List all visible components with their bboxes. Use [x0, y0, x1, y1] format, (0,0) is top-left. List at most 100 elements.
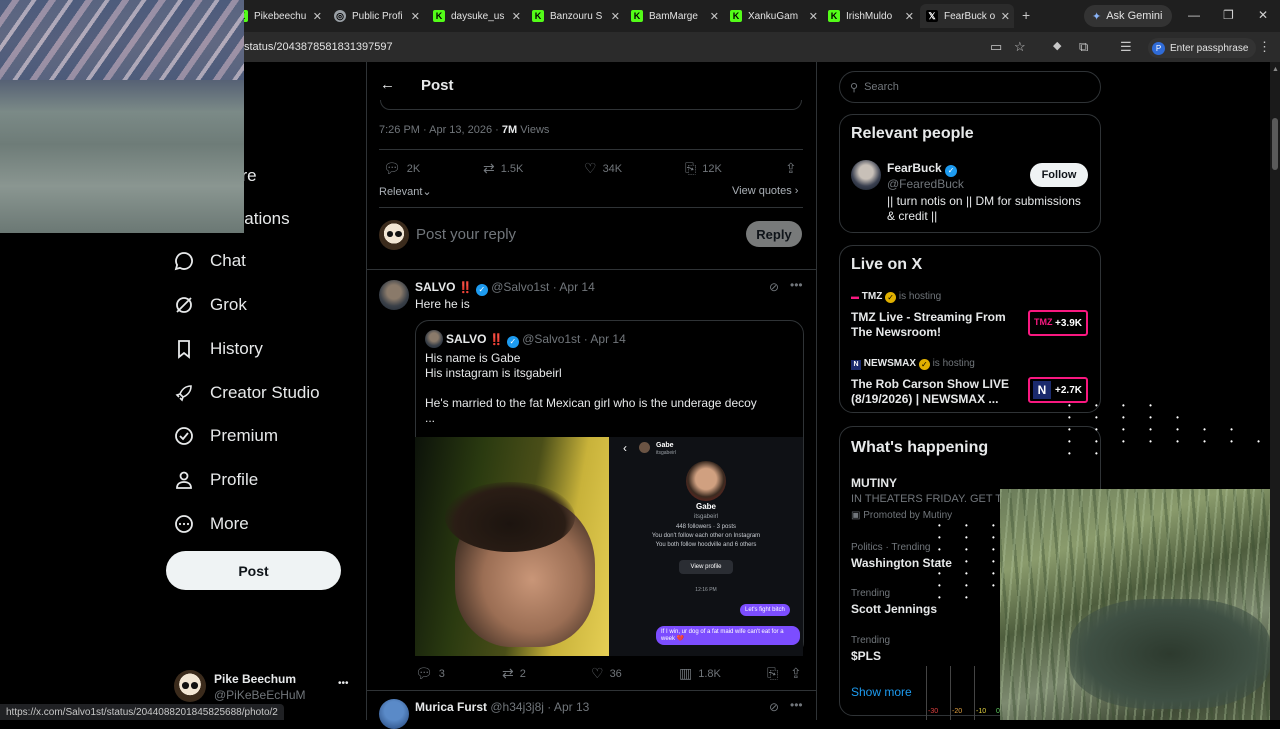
tmz-logo-icon: ▬: [851, 292, 859, 301]
live-viewers-badge[interactable]: TMZ +3.9K: [1028, 310, 1088, 336]
close-icon[interactable]: ✕: [313, 10, 322, 23]
minimize-button[interactable]: —: [1188, 8, 1200, 22]
globe-icon: ◎: [334, 10, 346, 22]
search-input[interactable]: ⚲ Search: [839, 71, 1101, 103]
close-icon[interactable]: ✕: [905, 10, 914, 23]
ask-gemini-button[interactable]: ✦ Ask Gemini: [1084, 5, 1173, 27]
promo-name[interactable]: MUTINY: [851, 476, 897, 490]
hosting-label: is hosting: [932, 358, 975, 369]
views-action[interactable]: ▥ 1.8K: [679, 665, 721, 682]
browser-tab[interactable]: K Pikebeechu ✕: [236, 4, 322, 28]
dm-message: If I win, ur dog of a fat maid wife can'…: [656, 626, 800, 645]
quote-line: He's married to the fat Mexican girl who…: [425, 396, 757, 410]
avatar: [379, 699, 409, 729]
browser-tab[interactable]: K BamMarge ✕: [631, 4, 719, 28]
back-arrow-icon[interactable]: ←: [380, 76, 395, 93]
quote-photo[interactable]: [415, 437, 609, 656]
dm-name: Gabe: [695, 502, 716, 511]
nav-item-history[interactable]: History: [174, 334, 263, 364]
nav-item-grok[interactable]: Grok: [174, 290, 247, 320]
promo-line: IN THEATERS FRIDAY. GET TI: [851, 493, 1006, 505]
url-field[interactable]: status/2043878581831397597: [244, 41, 393, 53]
nav-item-creator-studio[interactable]: Creator Studio: [174, 378, 320, 408]
post-button[interactable]: Post: [166, 551, 341, 590]
close-window-button[interactable]: ✕: [1258, 8, 1268, 22]
bookmark-icon[interactable]: ⎘: [767, 665, 784, 682]
person-name: FearBuck: [887, 161, 942, 175]
grok-icon[interactable]: ⊘: [769, 700, 779, 714]
browser-tab[interactable]: ◎ Public Profi ✕: [334, 4, 420, 28]
trend-context: Trending: [851, 588, 891, 599]
reply-action[interactable]: 💬︎ 3: [415, 665, 445, 682]
browser-tab[interactable]: K daysuke_us ✕: [433, 4, 521, 28]
author-name[interactable]: Murica Furst: [415, 700, 487, 714]
bookmark-action[interactable]: ⎘ 12K: [685, 160, 722, 177]
browser-tab[interactable]: K Banzouru S ✕: [532, 4, 620, 28]
view-quotes-link[interactable]: View quotes ›: [732, 185, 798, 197]
nav-item-profile[interactable]: Profile: [174, 465, 258, 495]
person-name-row[interactable]: FearBuck ✓: [887, 161, 958, 177]
repost-action[interactable]: ⇄ 1.5K: [483, 160, 523, 177]
bookmark-star-icon[interactable]: ☆: [1014, 39, 1026, 55]
sort-dropdown[interactable]: Relevant⌄: [379, 185, 432, 198]
trend-name[interactable]: Scott Jennings: [851, 602, 937, 616]
more-icon[interactable]: •••: [790, 698, 803, 712]
browser-tab-active[interactable]: 𝕏 FearBuck o ✕: [920, 4, 1014, 28]
like-action[interactable]: ♡ 34K: [584, 160, 622, 177]
password-passphrase-button[interactable]: P Enter passphrase: [1148, 38, 1257, 58]
scroll-up-icon[interactable]: ▲: [1272, 66, 1279, 73]
browser-tab[interactable]: K XankuGam ✕: [730, 4, 818, 28]
trend-name[interactable]: Washington State: [851, 556, 952, 570]
close-icon[interactable]: ✕: [1001, 10, 1010, 23]
nav-item-premium[interactable]: Premium: [174, 421, 278, 451]
reply-header: Murica Furst @h34j3j8j · Apr 13: [415, 700, 589, 714]
grok-icon[interactable]: ⊘: [769, 280, 779, 294]
show-more-link[interactable]: Show more: [851, 685, 912, 699]
instagram-dm-screenshot[interactable]: ‹ Gabe itsgabeirl Gabe itsgabeirl 448 fo…: [609, 437, 803, 656]
close-icon[interactable]: ✕: [611, 10, 620, 23]
close-icon[interactable]: ✕: [710, 10, 719, 23]
close-icon[interactable]: ✕: [411, 10, 420, 23]
share-icon[interactable]: ⇪: [790, 665, 808, 682]
restore-button[interactable]: ❐: [1223, 8, 1234, 22]
live-title[interactable]: The Rob Carson Show LIVE (8/19/2026) | N…: [851, 377, 1023, 407]
reply-input[interactable]: Post your reply: [416, 226, 516, 243]
nav-item-more[interactable]: More: [174, 509, 249, 539]
extension-icon[interactable]: ◆: [1053, 39, 1061, 52]
account-switcher[interactable]: Pike Beechum @PiKeBeEcHuM •••: [174, 668, 354, 704]
kick-icon: K: [828, 10, 840, 22]
reply-action[interactable]: 💬︎ 2K: [383, 160, 420, 177]
avatar: [686, 461, 726, 501]
cast-icon[interactable]: ▭: [990, 39, 1002, 55]
like-action[interactable]: ♡ 36: [591, 665, 622, 682]
close-icon[interactable]: ✕: [512, 10, 521, 23]
media-control-icon[interactable]: ☰: [1120, 39, 1132, 55]
more-icon[interactable]: •••: [790, 278, 803, 292]
close-icon[interactable]: ✕: [809, 10, 818, 23]
reply-button[interactable]: Reply: [746, 221, 802, 247]
newsmax-logo-icon: N: [851, 360, 861, 370]
browser-menu-icon[interactable]: ⋮: [1258, 39, 1271, 55]
nav-item-chat[interactable]: Chat: [174, 246, 246, 276]
newsmax-logo-icon: N: [1033, 381, 1051, 399]
live-title[interactable]: TMZ Live - Streaming From The Newsroom!: [851, 310, 1023, 340]
browser-tab[interactable]: K IrishMuldo ✕: [828, 4, 914, 28]
views-count: 1.8K: [698, 667, 721, 680]
divider: [367, 690, 816, 691]
puzzle-icon[interactable]: ⧉: [1079, 39, 1088, 55]
new-tab-button[interactable]: +: [1022, 7, 1030, 23]
trend-name[interactable]: $PLS: [851, 649, 881, 663]
scrollbar-thumb[interactable]: [1272, 118, 1278, 170]
trend-context: Trending: [851, 635, 891, 646]
dm-time: 12:16 PM: [695, 587, 717, 593]
author-handle: @Salvo1st: [491, 280, 550, 294]
author-name[interactable]: SALVO: [415, 280, 455, 294]
share-icon[interactable]: ⇪: [785, 160, 803, 177]
like-count: 34K: [602, 162, 623, 175]
quote-header: SALVO ‼️ ✓ @Salvo1st · Apr 14: [446, 332, 626, 348]
avatar: [639, 442, 650, 453]
avatar[interactable]: [851, 160, 881, 190]
follow-button[interactable]: Follow: [1030, 163, 1088, 187]
repost-icon: ⇄: [502, 665, 514, 681]
repost-action[interactable]: ⇄ 2: [502, 665, 526, 682]
